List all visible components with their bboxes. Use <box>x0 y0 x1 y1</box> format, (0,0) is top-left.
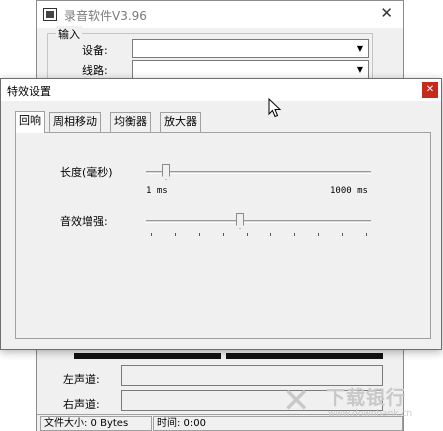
watermark: ✕ 下载银行 www.downbank.cn <box>282 380 432 426</box>
dialog-titlebar[interactable]: 特效设置 ✕ <box>1 79 441 101</box>
right-level-meter <box>226 353 383 359</box>
slider-tick <box>198 233 200 236</box>
enhance-slider-thumb[interactable] <box>236 213 244 229</box>
watermark-url: www.downbank.cn <box>328 409 413 419</box>
watermark-logo-icon: ✕ <box>282 381 311 421</box>
dropdown-arrow-icon[interactable]: ▼ <box>353 41 367 56</box>
slider-tick <box>318 233 320 236</box>
main-titlebar[interactable]: 录音软件V3.96 ✕ <box>37 1 403 28</box>
dialog-title: 特效设置 <box>7 85 51 98</box>
slider-tick <box>174 233 176 236</box>
slider-tick <box>222 233 224 236</box>
input-group-legend: 输入 <box>56 26 82 42</box>
dropdown-arrow-icon[interactable]: ▼ <box>353 62 367 77</box>
effects-dialog: 特效设置 ✕ 回响 周相移动 均衡器 放大器 长度(毫秒) 1 ms 1000 … <box>0 78 442 350</box>
slider-tick <box>342 233 344 236</box>
tab-reverb[interactable]: 回响 <box>15 111 45 133</box>
main-window-title: 录音软件V3.96 <box>64 9 147 23</box>
enhance-label: 音效增强: <box>60 215 108 228</box>
slider-tick <box>294 233 296 236</box>
reverb-panel: 长度(毫秒) 1 ms 1000 ms 音效增强: <box>15 132 431 339</box>
slider-tick <box>270 233 272 236</box>
device-label: 设备: <box>82 44 108 57</box>
watermark-text: 下载银行 <box>326 387 407 409</box>
length-slider-thumb[interactable] <box>162 164 170 180</box>
status-file-size: 文件大小: 0 Bytes <box>40 416 152 431</box>
tab-amplifier[interactable]: 放大器 <box>160 112 201 132</box>
close-icon[interactable]: ✕ <box>380 4 393 22</box>
enhance-slider-track[interactable] <box>146 220 371 223</box>
length-max-label: 1000 ms <box>330 186 368 196</box>
length-slider-track[interactable] <box>146 171 371 174</box>
slider-tick <box>366 233 367 236</box>
app-icon <box>43 8 57 21</box>
cursor-icon <box>268 98 282 118</box>
device-select[interactable]: ▼ <box>132 39 369 58</box>
right-channel-label: 右声道: <box>63 398 100 411</box>
length-min-label: 1 ms <box>146 186 168 196</box>
slider-tick <box>151 233 152 236</box>
close-icon[interactable]: ✕ <box>422 82 438 98</box>
left-level-meter <box>74 353 221 359</box>
length-label: 长度(毫秒) <box>60 166 113 179</box>
line-label: 线路: <box>82 64 108 77</box>
tab-phase-shift[interactable]: 周相移动 <box>49 112 101 132</box>
slider-tick <box>246 233 248 236</box>
tab-equalizer[interactable]: 均衡器 <box>110 112 151 132</box>
left-channel-label: 左声道: <box>63 373 100 386</box>
line-select[interactable]: ▼ <box>132 60 369 79</box>
